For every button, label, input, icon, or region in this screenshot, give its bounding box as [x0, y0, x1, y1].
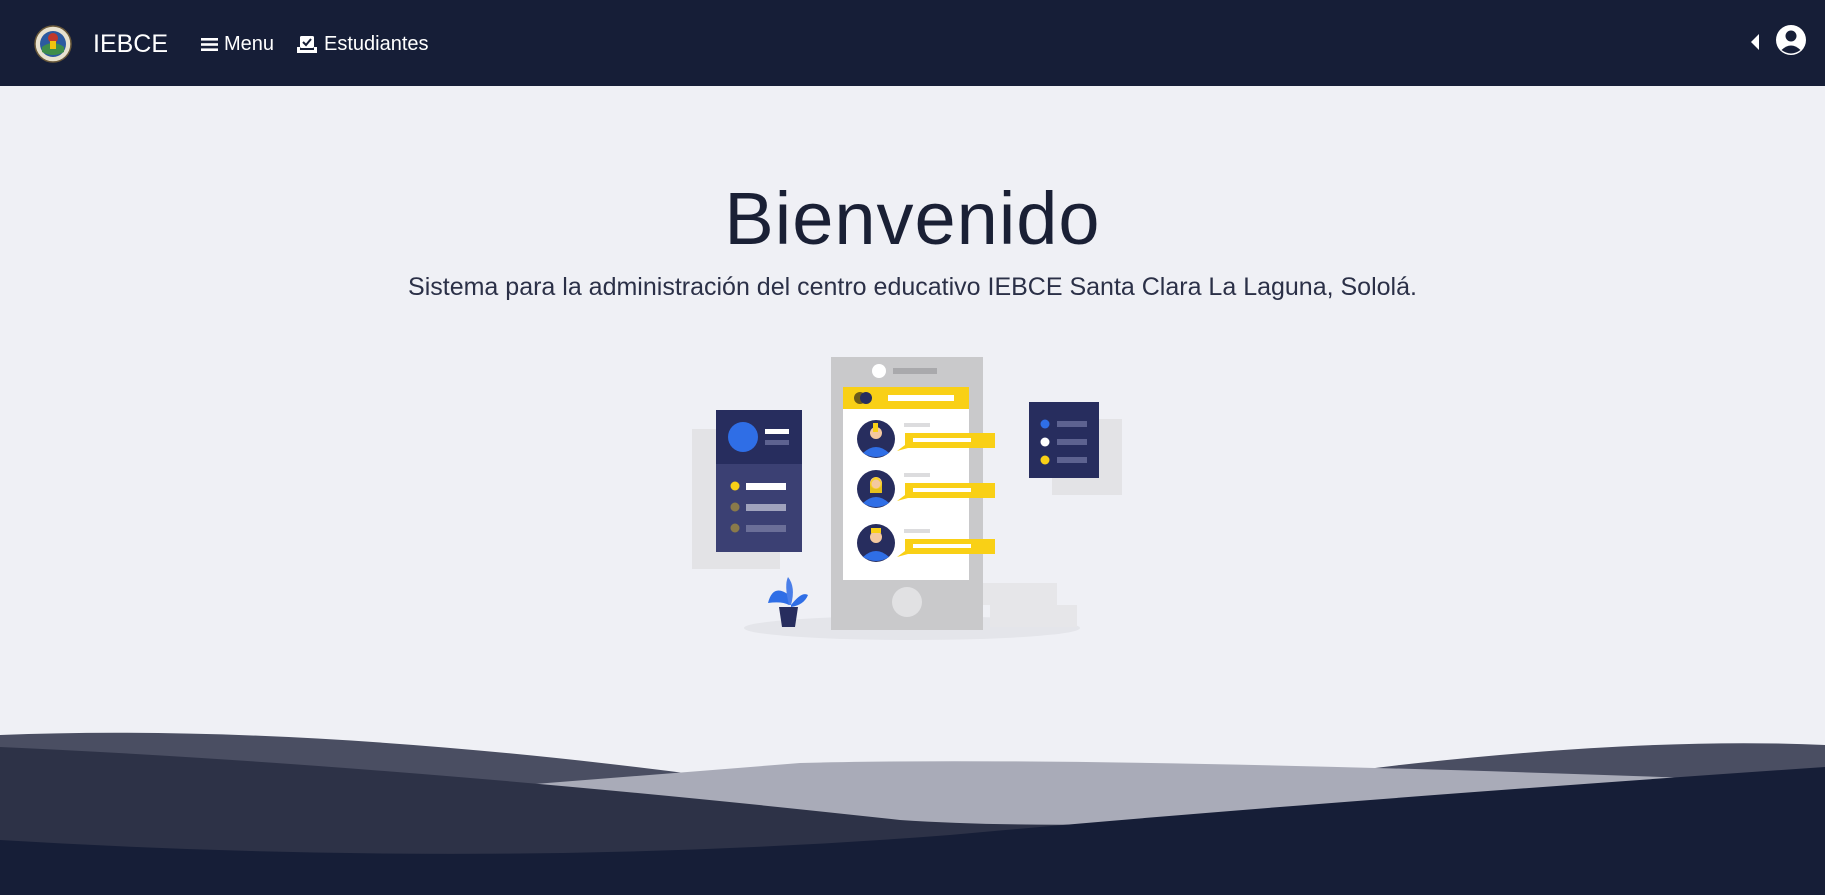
menu-link-label: Menu [224, 33, 275, 55]
user-circle-icon[interactable] [1775, 24, 1807, 56]
welcome-subtitle: Sistema para la administración del centr… [408, 273, 1417, 301]
menu-link[interactable]: Menu [201, 31, 274, 57]
top-navbar: IEBCE Menu Estudiantes [0, 0, 1825, 86]
hamburger-icon [201, 37, 218, 51]
phone-chat-illustration [692, 357, 1122, 640]
students-link-label: Estudiantes [324, 33, 429, 55]
welcome-title: Bienvenido [724, 177, 1101, 260]
students-link[interactable]: Estudiantes [296, 31, 429, 57]
brand-title[interactable]: IEBCE [93, 29, 168, 59]
checkbox-tray-icon [297, 35, 317, 53]
decorative-waves [0, 732, 1825, 895]
school-seal-logo[interactable] [34, 25, 72, 63]
caret-left-icon[interactable] [1748, 31, 1762, 53]
